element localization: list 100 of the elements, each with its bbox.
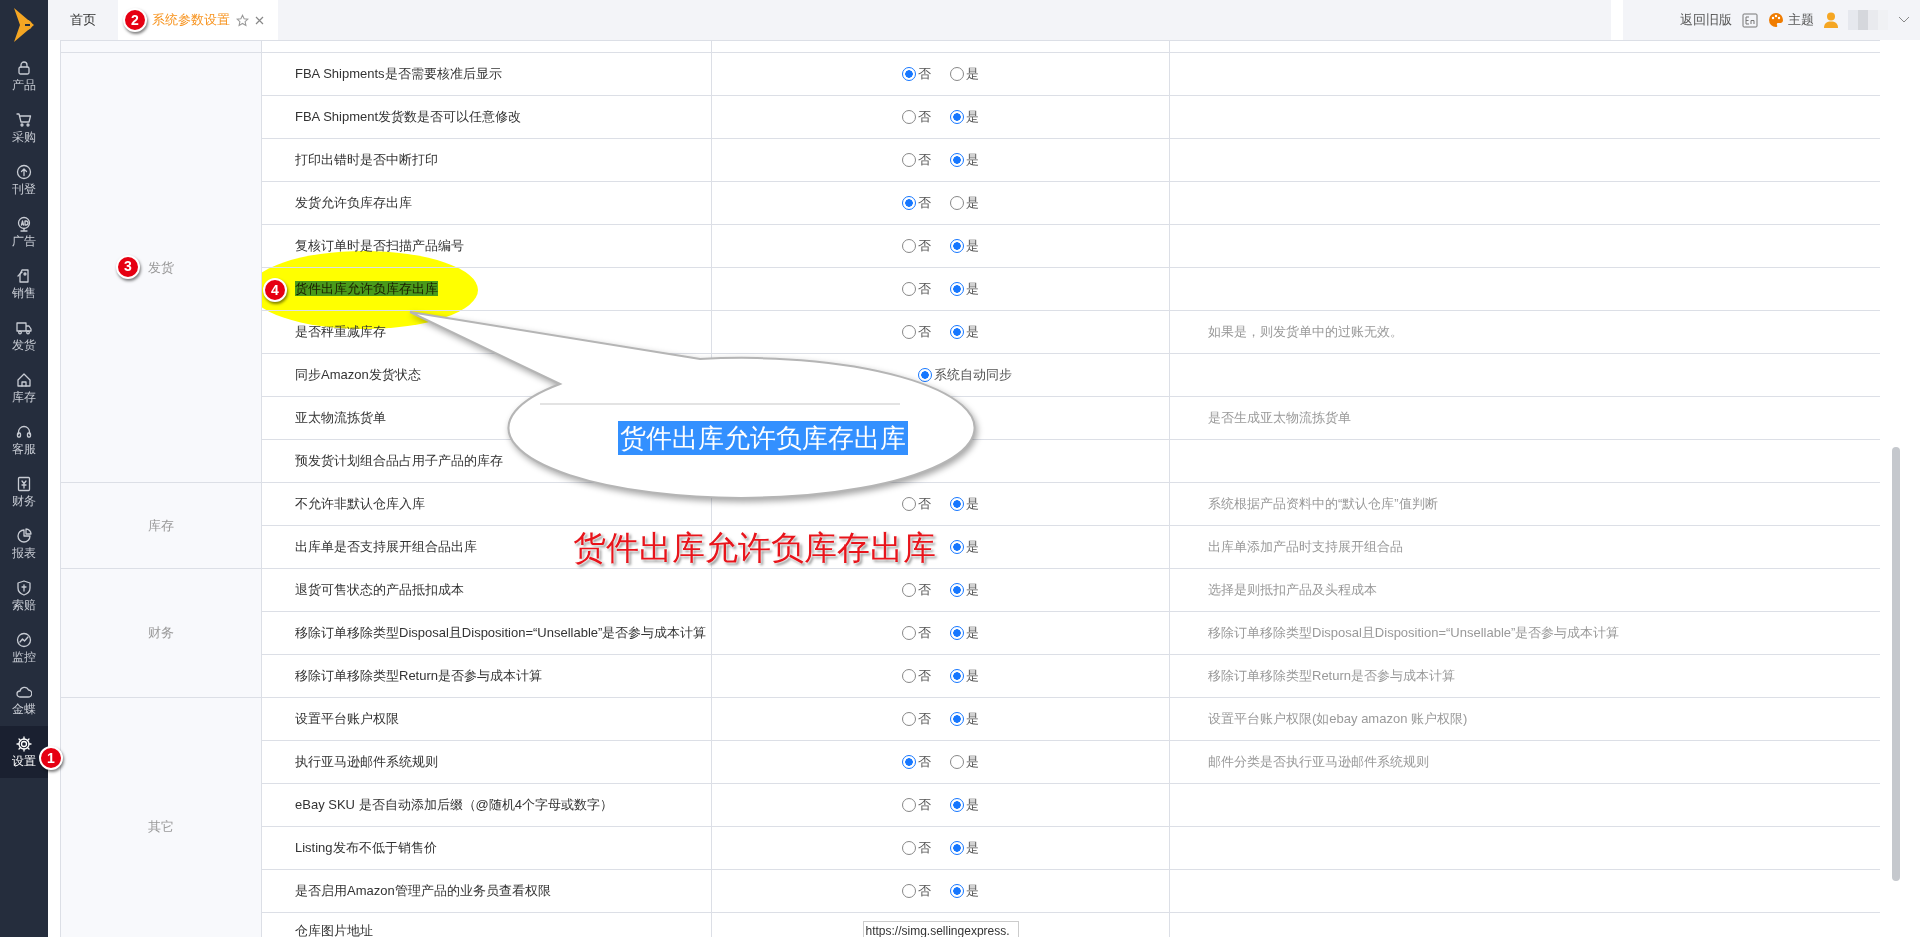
radio-button[interactable]: [902, 110, 916, 124]
radio-option[interactable]: 否: [902, 752, 950, 772]
setting-label: FBA Shipments是否需要核准后显示: [295, 66, 502, 82]
radio-option[interactable]: 否: [902, 279, 950, 299]
theme-link[interactable]: 主题: [1788, 10, 1814, 30]
language-icon[interactable]: [1742, 12, 1758, 28]
radio-option[interactable]: 是: [950, 666, 979, 686]
sidebar-item[interactable]: 广告: [0, 206, 48, 258]
radio-button[interactable]: [902, 583, 916, 597]
radio-option[interactable]: 否: [902, 580, 950, 600]
setting-description: 移除订单移除类型Return是否参与成本计算: [1208, 668, 1456, 684]
tab[interactable]: 首页: [48, 0, 118, 40]
sidebar-item[interactable]: 财务: [0, 466, 48, 518]
radio-option[interactable]: 否: [902, 236, 950, 256]
radio-button[interactable]: [902, 712, 916, 726]
radio-button[interactable]: [950, 196, 964, 210]
radio-button[interactable]: [902, 626, 916, 640]
radio-option[interactable]: 否: [902, 322, 950, 342]
radio-option[interactable]: 是: [950, 279, 979, 299]
radio-button[interactable]: [902, 282, 916, 296]
radio-option[interactable]: 是: [950, 107, 979, 127]
input-field[interactable]: https://simg.sellingexpress.: [862, 921, 1019, 937]
radio-option[interactable]: 否: [902, 881, 950, 901]
star-icon[interactable]: [236, 13, 249, 27]
radio-button[interactable]: [902, 841, 916, 855]
radio-button[interactable]: [950, 540, 964, 554]
radio-button[interactable]: [950, 239, 964, 253]
radio-option[interactable]: 否: [902, 494, 950, 514]
radio-button[interactable]: [950, 884, 964, 898]
radio-button[interactable]: [902, 798, 916, 812]
radio-button[interactable]: [902, 153, 916, 167]
radio-option[interactable]: 否: [902, 709, 950, 729]
radio-option[interactable]: 系统自动同步: [917, 365, 1012, 385]
magnified-label: 货件出库允许负库存出库: [618, 421, 908, 455]
radio-option[interactable]: 否: [902, 64, 950, 84]
radio-button[interactable]: [950, 153, 964, 167]
radio-button[interactable]: [950, 841, 964, 855]
radio-option[interactable]: 是: [950, 752, 979, 772]
radio-button[interactable]: [902, 67, 916, 81]
radio-button[interactable]: [950, 67, 964, 81]
radio-option[interactable]: 否: [902, 838, 950, 858]
radio-option[interactable]: 是: [950, 795, 979, 815]
radio-button[interactable]: [950, 669, 964, 683]
scrollbar-thumb[interactable]: [1892, 447, 1900, 881]
radio-option[interactable]: 是: [950, 236, 979, 256]
radio-button[interactable]: [950, 755, 964, 769]
sidebar-item[interactable]: 报表: [0, 518, 48, 570]
radio-button[interactable]: [950, 110, 964, 124]
radio-button[interactable]: [917, 368, 932, 382]
radio-option[interactable]: 是: [950, 150, 979, 170]
radio-option[interactable]: 否: [902, 150, 950, 170]
sidebar-item[interactable]: 索赔: [0, 570, 48, 622]
sidebar-item[interactable]: 监控: [0, 622, 48, 674]
palette-icon[interactable]: [1768, 12, 1784, 28]
close-icon[interactable]: [255, 15, 264, 25]
radio-button[interactable]: [950, 497, 964, 511]
sidebar-item[interactable]: 客服: [0, 414, 48, 466]
radio-button[interactable]: [902, 239, 916, 253]
setting-label: 仓库图片地址: [295, 923, 373, 937]
sidebar-item[interactable]: 销售: [0, 258, 48, 310]
radio-button[interactable]: [902, 325, 916, 339]
radio-option[interactable]: 否: [902, 623, 950, 643]
radio-button[interactable]: [950, 282, 964, 296]
radio-option[interactable]: 是: [950, 64, 979, 84]
radio-button[interactable]: [950, 325, 964, 339]
radio-option[interactable]: 否: [902, 795, 950, 815]
radio-option[interactable]: 是: [950, 881, 979, 901]
setting-label: FBA Shipment发货数是否可以任意修改: [295, 109, 522, 125]
radio-button[interactable]: [902, 884, 916, 898]
radio-option[interactable]: 是: [950, 838, 979, 858]
radio-option[interactable]: 否: [902, 193, 950, 213]
radio-button[interactable]: [950, 712, 964, 726]
sidebar-item[interactable]: 采购: [0, 102, 48, 154]
sidebar-item[interactable]: 金蝶: [0, 674, 48, 726]
radio-button[interactable]: [902, 755, 916, 769]
radio-option[interactable]: 是: [950, 193, 979, 213]
radio-option[interactable]: 否: [902, 666, 950, 686]
sidebar-item[interactable]: 刊登: [0, 154, 48, 206]
sidebar-item[interactable]: 产品: [0, 50, 48, 102]
radio-option[interactable]: 是: [950, 580, 979, 600]
radio-option[interactable]: 是: [950, 709, 979, 729]
radio-button[interactable]: [950, 583, 964, 597]
radio-button[interactable]: [902, 497, 916, 511]
headset-icon: [16, 424, 32, 440]
sidebar-item[interactable]: 设置: [0, 726, 48, 778]
radio-option[interactable]: 否: [902, 107, 950, 127]
user-icon[interactable]: [1824, 12, 1838, 28]
radio-button[interactable]: [902, 196, 916, 210]
chevron-down-icon[interactable]: [1898, 16, 1910, 24]
radio-button[interactable]: [902, 669, 916, 683]
radio-option[interactable]: 是: [950, 322, 979, 342]
radio-button[interactable]: [950, 626, 964, 640]
back-to-old-version-link[interactable]: 返回旧版: [1680, 10, 1732, 30]
sidebar-item[interactable]: 发货: [0, 310, 48, 362]
radio-button[interactable]: [950, 798, 964, 812]
radio-option[interactable]: 是: [950, 494, 979, 514]
sidebar-item[interactable]: 库存: [0, 362, 48, 414]
category-label: 发货: [148, 259, 174, 275]
radio-option[interactable]: 是: [950, 623, 979, 643]
radio-option[interactable]: 是: [950, 537, 979, 557]
